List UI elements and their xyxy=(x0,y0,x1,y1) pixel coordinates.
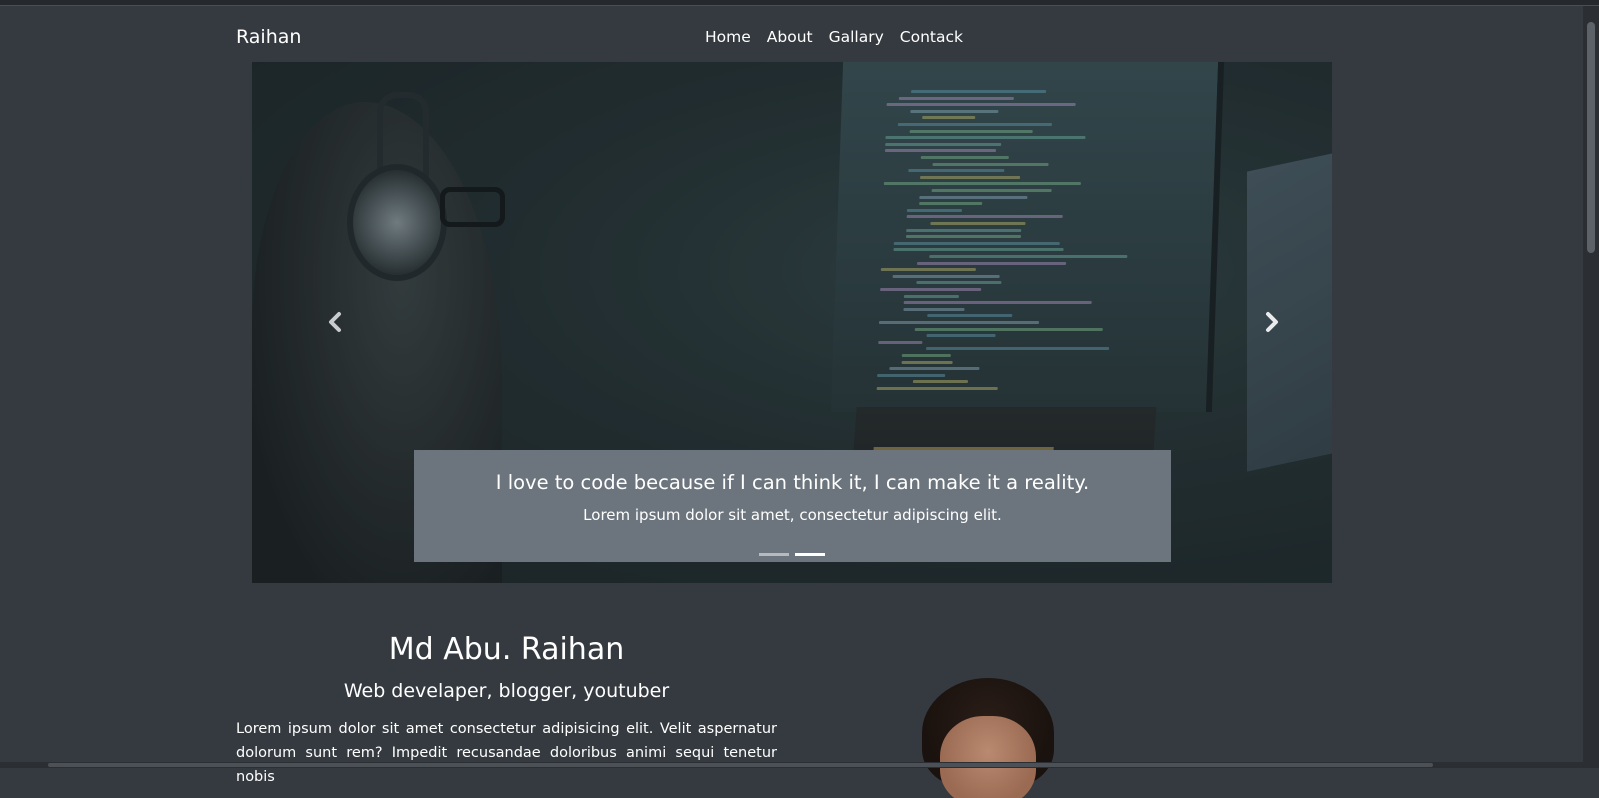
carousel-caption: I love to code because if I can think it… xyxy=(414,450,1171,562)
brand-link[interactable]: Raihan xyxy=(236,25,301,49)
profile-bio: Lorem ipsum dolor sit amet consectetur a… xyxy=(236,721,777,785)
profile-role: Web develaper, blogger, youtuber xyxy=(343,680,670,702)
horizontal-scrollbar[interactable] xyxy=(0,762,1599,768)
nav-link-about[interactable]: About xyxy=(767,26,813,48)
chevron-right-icon xyxy=(1264,311,1280,333)
vertical-scrollbar[interactable] xyxy=(1583,6,1599,762)
chevron-left-icon xyxy=(327,311,343,333)
navbar: Raihan Home About Gallary Contack xyxy=(0,6,1583,61)
carousel-indicator-1[interactable] xyxy=(759,553,789,556)
vertical-scrollbar-thumb[interactable] xyxy=(1587,22,1595,253)
nav-link-contack[interactable]: Contack xyxy=(900,26,963,48)
carousel-indicator-2[interactable] xyxy=(795,553,825,556)
nav-links: Home About Gallary Contack xyxy=(705,26,979,48)
carousel-caption-text: Lorem ipsum dolor sit amet, consectetur … xyxy=(583,506,1002,524)
profile-photo-face xyxy=(940,716,1036,798)
hero-carousel: I love to code because if I can think it… xyxy=(252,62,1332,583)
carousel-indicators xyxy=(759,553,825,556)
nav-link-gallary[interactable]: Gallary xyxy=(829,26,884,48)
nav-link-home[interactable]: Home xyxy=(705,26,751,48)
profile-name: Md Abu. Raihan xyxy=(388,632,625,667)
profile-photo xyxy=(918,678,1058,798)
carousel-next-button[interactable] xyxy=(1252,302,1292,342)
carousel-prev-button[interactable] xyxy=(315,302,355,342)
horizontal-scrollbar-thumb[interactable] xyxy=(48,763,1433,767)
carousel-caption-title: I love to code because if I can think it… xyxy=(495,471,1090,494)
